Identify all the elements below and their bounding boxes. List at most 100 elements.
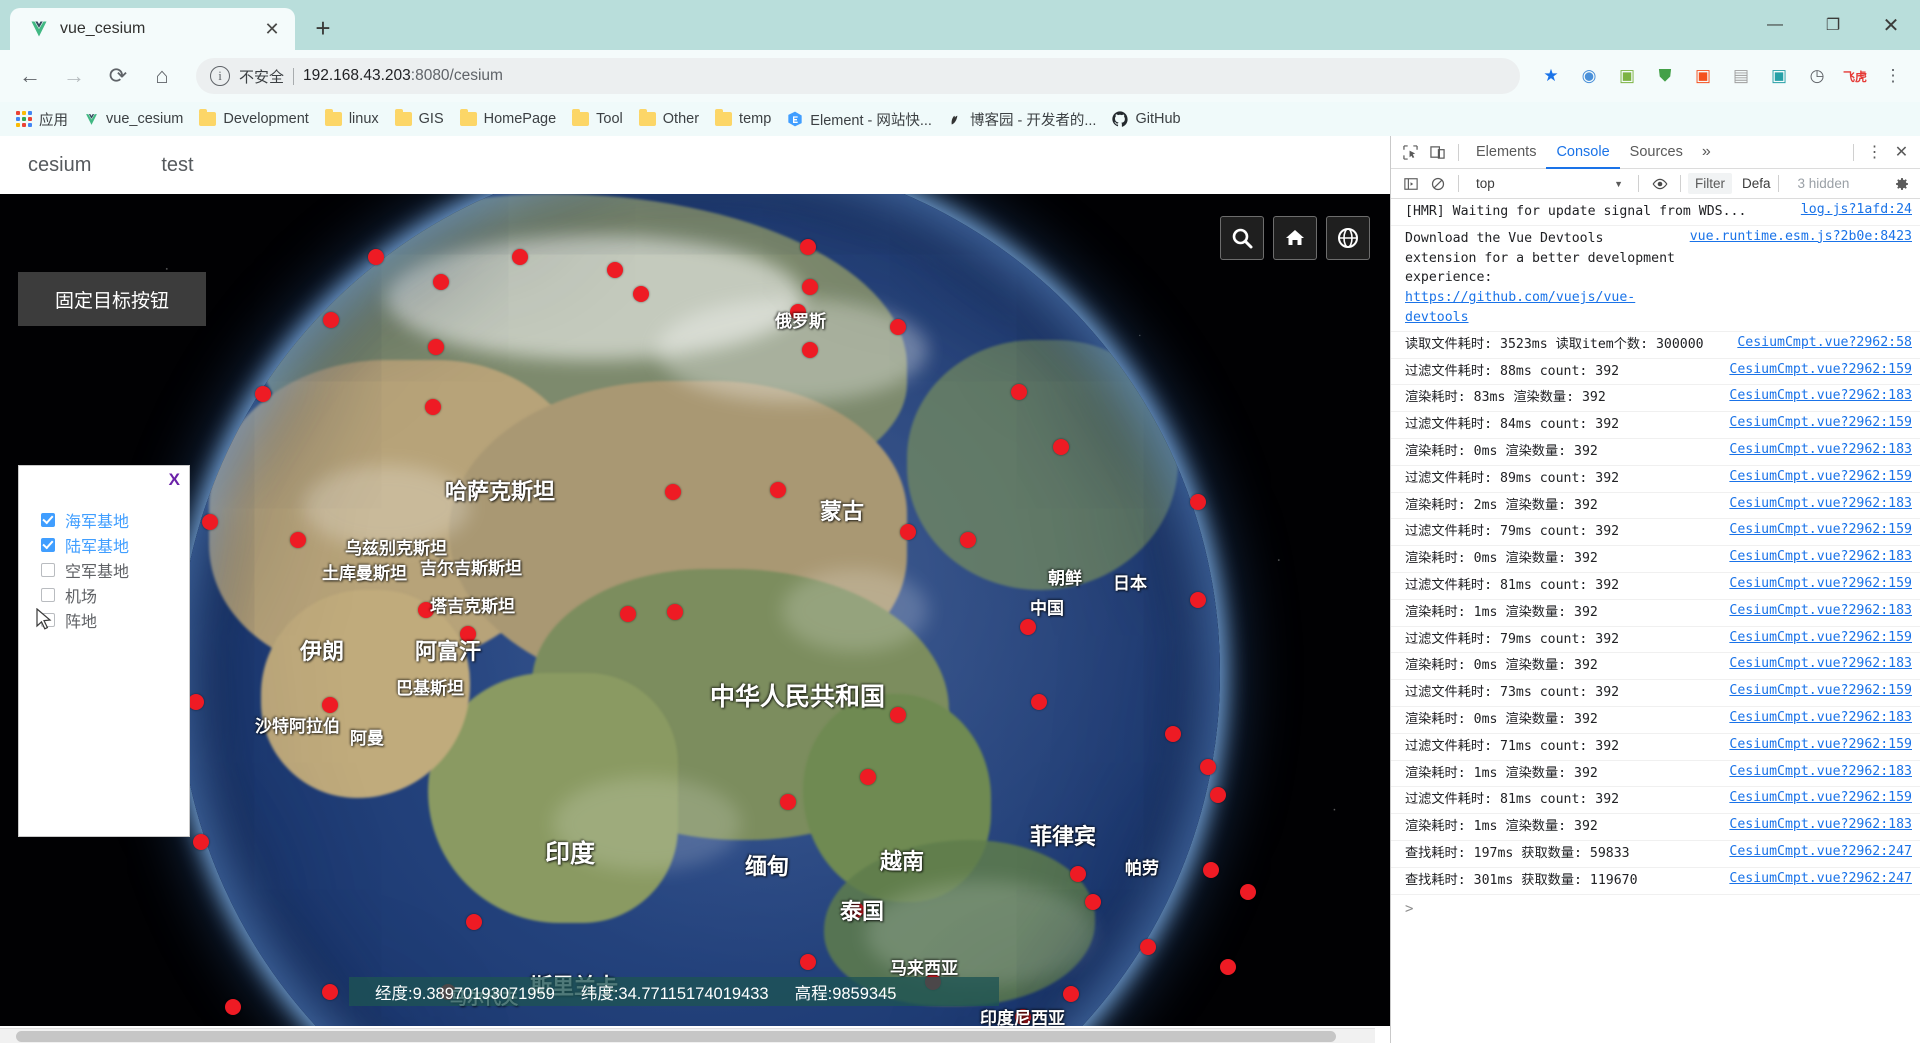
map-marker[interactable] — [255, 386, 271, 402]
cesium-viewer[interactable]: 俄罗斯 哈萨克斯坦 乌兹别克斯坦 蒙古 朝鲜 日本 土库曼斯坦 吉尔吉斯斯坦 塔吉克斯坦 巴基斯坦… — [0, 194, 1390, 1026]
console-log-source[interactable]: CesiumCmpt.vue?2962:183 — [1729, 764, 1912, 779]
close-icon[interactable]: X — [169, 470, 180, 490]
bookmark-gis[interactable]: GIS — [387, 105, 452, 133]
console-log-source[interactable]: CesiumCmpt.vue?2962:247 — [1729, 844, 1912, 859]
map-marker[interactable] — [802, 342, 818, 358]
map-marker[interactable] — [466, 914, 482, 930]
map-marker[interactable] — [1011, 384, 1027, 400]
checkbox-checked-icon[interactable] — [41, 513, 55, 527]
console-log-source[interactable]: CesiumCmpt.vue?2962:183 — [1729, 656, 1912, 671]
tab-sources[interactable]: Sources — [1620, 136, 1693, 169]
map-marker[interactable] — [1240, 884, 1256, 900]
live-expression-eye-icon[interactable] — [1646, 170, 1673, 197]
map-marker[interactable] — [800, 954, 816, 970]
map-marker[interactable] — [428, 339, 444, 355]
console-log-source[interactable]: CesiumCmpt.vue?2962:183 — [1729, 549, 1912, 564]
minimize-button[interactable]: — — [1746, 0, 1804, 50]
horizontal-scroll-thumb[interactable] — [16, 1031, 1336, 1042]
map-marker[interactable] — [1220, 959, 1236, 975]
layer-checkbox-row[interactable]: 机场 — [41, 583, 129, 607]
checkbox-checked-icon[interactable] — [41, 538, 55, 552]
map-marker[interactable] — [1200, 759, 1216, 775]
map-marker[interactable] — [193, 834, 209, 850]
map-marker[interactable] — [1070, 866, 1086, 882]
bookmark-temp[interactable]: temp — [707, 105, 779, 133]
gear-icon[interactable] — [1888, 170, 1915, 197]
map-marker[interactable] — [665, 484, 681, 500]
console-log-source[interactable]: vue.runtime.esm.js?2b0e:8423 — [1690, 229, 1912, 244]
bookmark-development[interactable]: Development — [191, 105, 316, 133]
console-log-source[interactable]: CesiumCmpt.vue?2962:159 — [1729, 737, 1912, 752]
map-marker[interactable] — [633, 286, 649, 302]
map-marker[interactable] — [225, 999, 241, 1015]
close-icon[interactable]: ✕ — [259, 16, 285, 42]
app-tab-test[interactable]: test — [161, 154, 193, 177]
layer-checkbox-row[interactable]: 陆军基地 — [41, 533, 129, 557]
console-log-source[interactable]: CesiumCmpt.vue?2962:159 — [1729, 683, 1912, 698]
extension-gray-icon[interactable]: ▤ — [1724, 59, 1758, 93]
home-icon[interactable] — [1273, 216, 1317, 260]
bookmark-homepage[interactable]: HomePage — [452, 105, 565, 133]
bookmark-cnblogs[interactable]: 博客园 - 开发者的... — [940, 105, 1104, 133]
bookmark-vue-cesium[interactable]: vue_cesium — [76, 105, 191, 133]
console-log-source[interactable]: CesiumCmpt.vue?2962:183 — [1729, 496, 1912, 511]
new-tab-button[interactable]: + — [303, 8, 343, 48]
app-tab-cesium[interactable]: cesium — [28, 154, 91, 177]
map-marker[interactable] — [1190, 592, 1206, 608]
map-marker[interactable] — [800, 239, 816, 255]
forward-arrow-icon[interactable]: → — [54, 56, 94, 96]
layer-checkbox-row[interactable]: 空军基地 — [41, 558, 129, 582]
map-marker[interactable] — [770, 482, 786, 498]
back-arrow-icon[interactable]: ← — [10, 56, 50, 96]
extension-orange-icon[interactable]: ▣ — [1686, 59, 1720, 93]
map-marker[interactable] — [290, 532, 306, 548]
map-marker[interactable] — [368, 249, 384, 265]
checkbox-unchecked-icon[interactable] — [41, 588, 55, 602]
maximize-button[interactable]: ❐ — [1804, 0, 1862, 50]
map-marker[interactable] — [900, 524, 916, 540]
console-log-source[interactable]: CesiumCmpt.vue?2962:183 — [1729, 710, 1912, 725]
extension-shield-icon[interactable]: ⛊ — [1648, 59, 1682, 93]
home-icon[interactable]: ⌂ — [142, 56, 182, 96]
map-marker[interactable] — [323, 312, 339, 328]
reload-icon[interactable]: ⟳ — [98, 56, 138, 96]
map-marker[interactable] — [1020, 619, 1036, 635]
map-marker[interactable] — [1210, 787, 1226, 803]
console-prompt[interactable]: > — [1391, 895, 1920, 920]
checkbox-unchecked-icon[interactable] — [41, 563, 55, 577]
kebab-menu-icon[interactable]: ⋮ — [1861, 139, 1888, 166]
map-marker[interactable] — [1190, 494, 1206, 510]
console-log-list[interactable]: [HMR] Waiting for update signal from WDS… — [1391, 199, 1920, 1043]
device-toolbar-icon[interactable] — [1424, 139, 1451, 166]
layer-checkbox-row[interactable]: 阵地 — [41, 608, 129, 632]
map-marker[interactable] — [322, 984, 338, 1000]
globe-projection-icon[interactable] — [1326, 216, 1370, 260]
map-marker[interactable] — [890, 707, 906, 723]
map-marker[interactable] — [667, 604, 683, 620]
console-log-source[interactable]: CesiumCmpt.vue?2962:183 — [1729, 817, 1912, 832]
bookmark-apps[interactable]: 应用 — [8, 105, 76, 133]
map-marker[interactable] — [433, 274, 449, 290]
inspect-element-icon[interactable] — [1397, 139, 1424, 166]
address-bar[interactable]: i 不安全 192.168.43.203:8080/cesium — [196, 58, 1520, 94]
console-log-source[interactable]: CesiumCmpt.vue?2962:159 — [1729, 362, 1912, 377]
console-log-source[interactable]: CesiumCmpt.vue?2962:183 — [1729, 603, 1912, 618]
map-marker[interactable] — [860, 769, 876, 785]
info-circle-icon[interactable]: i — [210, 66, 230, 86]
bookmark-github[interactable]: GitHub — [1104, 105, 1188, 133]
map-marker[interactable] — [188, 694, 204, 710]
console-log-source[interactable]: CesiumCmpt.vue?2962:58 — [1737, 335, 1912, 350]
console-log-source[interactable]: log.js?1afd:24 — [1801, 202, 1912, 217]
extension-clock-icon[interactable]: ◷ — [1800, 59, 1834, 93]
chevron-double-right-icon[interactable]: » — [1693, 139, 1720, 166]
map-marker[interactable] — [780, 794, 796, 810]
map-marker[interactable] — [1085, 894, 1101, 910]
extension-blue-icon[interactable]: ◉ — [1572, 59, 1606, 93]
map-marker[interactable] — [802, 279, 818, 295]
console-log-source[interactable]: CesiumCmpt.vue?2962:159 — [1729, 415, 1912, 430]
map-marker[interactable] — [1140, 939, 1156, 955]
bookmark-other[interactable]: Other — [631, 105, 707, 133]
map-marker[interactable] — [1031, 694, 1047, 710]
clear-console-icon[interactable] — [1424, 170, 1451, 197]
map-marker[interactable] — [425, 399, 441, 415]
